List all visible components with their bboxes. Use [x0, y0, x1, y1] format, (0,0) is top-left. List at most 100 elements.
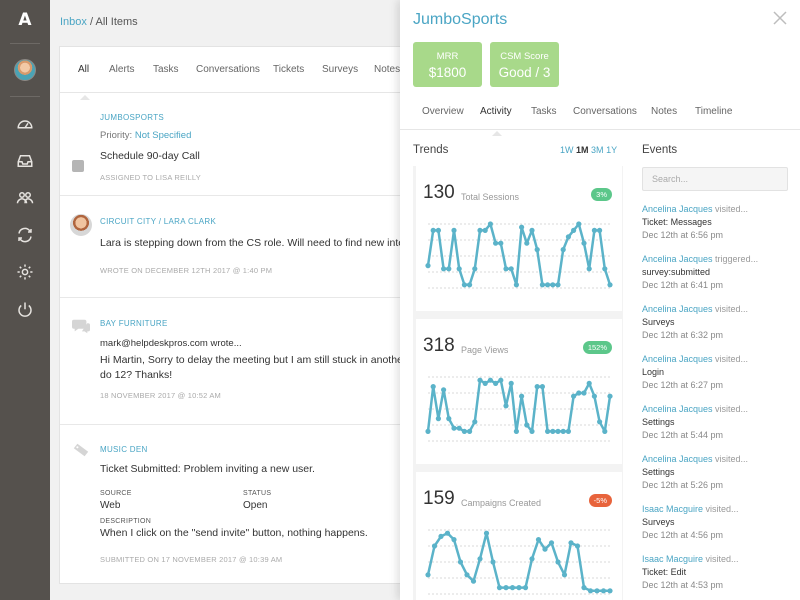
event-user-link[interactable]: Ancelina Jacques [642, 454, 713, 464]
event-item[interactable]: Ancelina Jacques visited... Surveys Dec 12… [642, 304, 792, 340]
tab-tickets[interactable]: Tickets [273, 64, 304, 75]
data-point [461, 428, 467, 434]
event-user-link[interactable]: Ancelina Jacques [642, 254, 713, 264]
list-item[interactable]: BAY FURNITURE mark@helpdeskpros.com wrot… [60, 298, 458, 425]
events-search-input[interactable] [642, 167, 788, 191]
data-point [565, 234, 571, 240]
breadcrumb-inbox-link[interactable]: Inbox [60, 16, 87, 28]
event-item[interactable]: Ancelina Jacques visited... Settings Dec 1… [642, 404, 792, 440]
user-avatar[interactable] [14, 59, 36, 81]
dashboard-icon[interactable] [15, 114, 35, 134]
close-icon[interactable] [771, 9, 789, 27]
campaigns-sparkline [425, 529, 613, 595]
data-point [441, 266, 447, 272]
inbox-list-card: All Alerts Tasks Conversations Tickets S… [59, 46, 459, 584]
tab-tasks[interactable]: Tasks [531, 106, 557, 117]
data-point [513, 282, 519, 288]
data-point [581, 390, 587, 396]
list-item[interactable]: MUSIC DEN Ticket Submitted: Problem invi… [60, 425, 458, 583]
data-point [542, 546, 548, 552]
range-selector: 1W 1M 3M 1Y [560, 145, 617, 155]
team-icon[interactable] [15, 188, 35, 208]
data-point [487, 377, 493, 383]
data-point [586, 266, 592, 272]
priority-value[interactable]: Not Specified [135, 130, 192, 141]
data-point [477, 227, 483, 233]
event-user-link[interactable]: Ancelina Jacques [642, 304, 713, 314]
event-user-link[interactable]: Ancelina Jacques [642, 354, 713, 364]
range-3m[interactable]: 3M [591, 145, 604, 155]
breadcrumb-current: All Items [95, 16, 138, 28]
event-target: Ticket: Messages [642, 217, 712, 227]
event-user-link[interactable]: Isaac Macguire [642, 554, 703, 564]
inbox-tabs: All Alerts Tasks Conversations Tickets S… [60, 47, 458, 100]
event-item[interactable]: Ancelina Jacques visited... Ticket: Messa… [642, 204, 792, 240]
event-user-link[interactable]: Isaac Macguire [642, 504, 703, 514]
tab-notes[interactable]: Notes [651, 106, 677, 117]
data-point [493, 380, 499, 386]
data-point [430, 384, 436, 390]
range-1y[interactable]: 1Y [606, 145, 617, 155]
tab-tasks[interactable]: Tasks [153, 64, 179, 75]
event-action: triggered... [712, 254, 759, 264]
event-user-link[interactable]: Ancelina Jacques [642, 204, 713, 214]
event-actor-line: Ancelina Jacques visited... [642, 354, 792, 364]
event-item[interactable]: Isaac Macguire visited... Ticket: Edit Dec… [642, 554, 792, 590]
tab-all[interactable]: All [78, 64, 91, 100]
event-item[interactable]: Ancelina Jacques visited... Login Dec 12th… [642, 354, 792, 390]
item-source[interactable]: BAY FURNITURE [100, 319, 168, 328]
data-point [539, 282, 545, 288]
data-point [477, 377, 483, 383]
data-point [496, 585, 503, 591]
data-point [472, 266, 478, 272]
data-point [597, 419, 603, 425]
account-title: JumboSports [413, 11, 508, 28]
range-1w[interactable]: 1W [560, 145, 574, 155]
data-point [503, 585, 509, 591]
data-point [513, 428, 519, 434]
tab-activity[interactable]: Activity [480, 106, 512, 136]
tab-conversations[interactable]: Conversations [196, 64, 260, 75]
tab-notes[interactable]: Notes [374, 64, 400, 75]
task-checkbox[interactable] [72, 160, 84, 172]
data-point [498, 377, 504, 383]
tab-surveys[interactable]: Surveys [322, 64, 358, 75]
item-source[interactable]: MUSIC DEN [100, 445, 148, 454]
sync-icon[interactable] [15, 225, 35, 245]
tab-overview[interactable]: Overview [422, 106, 464, 117]
settings-icon[interactable] [15, 262, 35, 282]
event-item[interactable]: Isaac Macguire visited... Surveys Dec 12th… [642, 504, 792, 540]
app-logo[interactable]: A [0, 10, 50, 30]
event-user-link[interactable]: Ancelina Jacques [642, 404, 713, 414]
trend-card-sessions[interactable]: 130 Total Sessions 3% [416, 166, 622, 311]
data-point [430, 227, 436, 233]
event-item[interactable]: Ancelina Jacques visited... Settings Dec 1… [642, 454, 792, 490]
data-point [587, 588, 594, 594]
inbox-icon[interactable] [15, 151, 35, 171]
data-point [451, 537, 457, 543]
tab-alerts[interactable]: Alerts [109, 64, 135, 75]
kpi-label: CSM Score [500, 51, 549, 62]
trend-card-campaigns[interactable]: 159 Campaigns Created -5% [416, 472, 622, 600]
data-point [581, 240, 587, 246]
item-source[interactable]: CIRCUIT CITY / LARA CLARK [100, 217, 216, 226]
item-source[interactable]: JUMBOSPORTS [100, 113, 164, 122]
range-1m[interactable]: 1M [576, 145, 589, 155]
event-time: Dec 12th at 6:32 pm [642, 330, 724, 340]
power-icon[interactable] [15, 300, 35, 320]
tab-timeline[interactable]: Timeline [695, 106, 732, 117]
tab-conversations[interactable]: Conversations [573, 106, 637, 117]
list-item[interactable]: JUMBOSPORTS Priority: Not Specified Sche… [60, 93, 458, 196]
series-line [426, 378, 612, 433]
event-target: Settings [642, 467, 675, 477]
list-item[interactable]: CIRCUIT CITY / LARA CLARK Lara is steppi… [60, 196, 458, 298]
data-point [498, 240, 504, 246]
data-point [586, 380, 592, 386]
trend-card-page-views[interactable]: 318 Page Views 152% [416, 319, 622, 464]
data-point [441, 387, 447, 393]
description-label: DESCRIPTION [100, 518, 152, 525]
data-point [446, 416, 452, 422]
trend-label: Total Sessions [461, 192, 520, 202]
trend-label: Campaigns Created [461, 498, 542, 508]
event-item[interactable]: Ancelina Jacques triggered... survey:subm… [642, 254, 792, 290]
